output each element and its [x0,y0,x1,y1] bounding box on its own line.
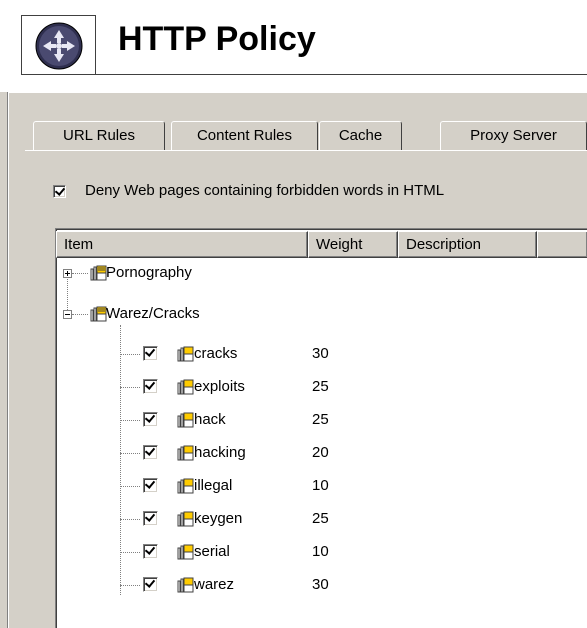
word-checkbox[interactable] [143,346,158,361]
tree-line [72,273,88,274]
word-weight: 25 [312,378,329,395]
word-label: hacking [194,444,246,461]
word-checkbox[interactable] [143,412,158,427]
word-label: cracks [194,345,238,362]
word-weight: 30 [312,345,329,362]
word-icon [177,478,194,494]
word-weight: 30 [312,576,329,593]
collapse-warez-cracks-button[interactable] [63,310,72,319]
forbidden-words-list[interactable]: Item Weight Description Pornography Ware… [55,228,587,628]
column-header-extra[interactable] [537,231,587,258]
word-icon [177,379,194,395]
tree-line [72,314,88,315]
tree-line [120,325,121,595]
tree-line [120,453,140,454]
tree-line [120,387,140,388]
word-checkbox[interactable] [143,577,158,592]
tab-cache[interactable]: Cache [319,121,402,150]
word-icon [177,511,194,527]
word-checkbox[interactable] [143,379,158,394]
word-label: exploits [194,378,245,395]
dialog-border-left [8,92,9,628]
word-icon [177,577,194,593]
deny-forbidden-words-option[interactable]: Deny Web pages containing forbidden word… [53,181,444,201]
word-label: hack [194,411,226,428]
word-checkbox[interactable] [143,445,158,460]
word-checkbox[interactable] [143,478,158,493]
deny-forbidden-words-label: Deny Web pages containing forbidden word… [85,182,445,199]
dialog-border-top [8,92,587,93]
tree-line [120,486,140,487]
word-weight: 25 [312,411,329,428]
tab-proxy-server[interactable]: Proxy Server [440,121,587,150]
word-weight: 10 [312,543,329,560]
word-weight: 20 [312,444,329,461]
tree-line [120,354,140,355]
group-pornography[interactable]: Pornography [106,263,192,283]
column-header-description[interactable]: Description [398,231,537,258]
tree-line [120,585,140,586]
expand-pornography-button[interactable] [63,269,72,278]
group-warez-cracks[interactable]: Warez/Cracks [106,304,200,324]
page-header: HTTP Policy [0,0,587,92]
word-checkbox[interactable] [143,544,158,559]
word-icon [177,412,194,428]
word-weight: 25 [312,510,329,527]
tab-baseline [25,150,587,151]
tree-line [120,519,140,520]
tab-url-rules[interactable]: URL Rules [33,121,165,150]
column-header-item[interactable]: Item [56,231,308,258]
network-globe-icon [35,22,83,70]
word-label: illegal [194,477,233,494]
deny-forbidden-words-checkbox[interactable] [53,185,66,198]
word-icon [177,445,194,461]
header-divider [96,74,587,75]
word-icon [177,544,194,560]
word-group-icon [90,306,107,322]
word-label: warez [194,576,235,593]
word-icon [177,346,194,362]
word-weight: 10 [312,477,329,494]
page-title: HTTP Policy [118,20,316,58]
tab-content-rules[interactable]: Content Rules [171,121,318,150]
word-checkbox[interactable] [143,511,158,526]
column-header-weight[interactable]: Weight [308,231,398,258]
word-label: serial [194,543,230,560]
word-group-icon [90,265,107,281]
logo [21,15,96,75]
tree-line [120,420,140,421]
word-label: keygen [194,510,243,527]
tree-line [67,273,68,314]
tree-line [120,552,140,553]
